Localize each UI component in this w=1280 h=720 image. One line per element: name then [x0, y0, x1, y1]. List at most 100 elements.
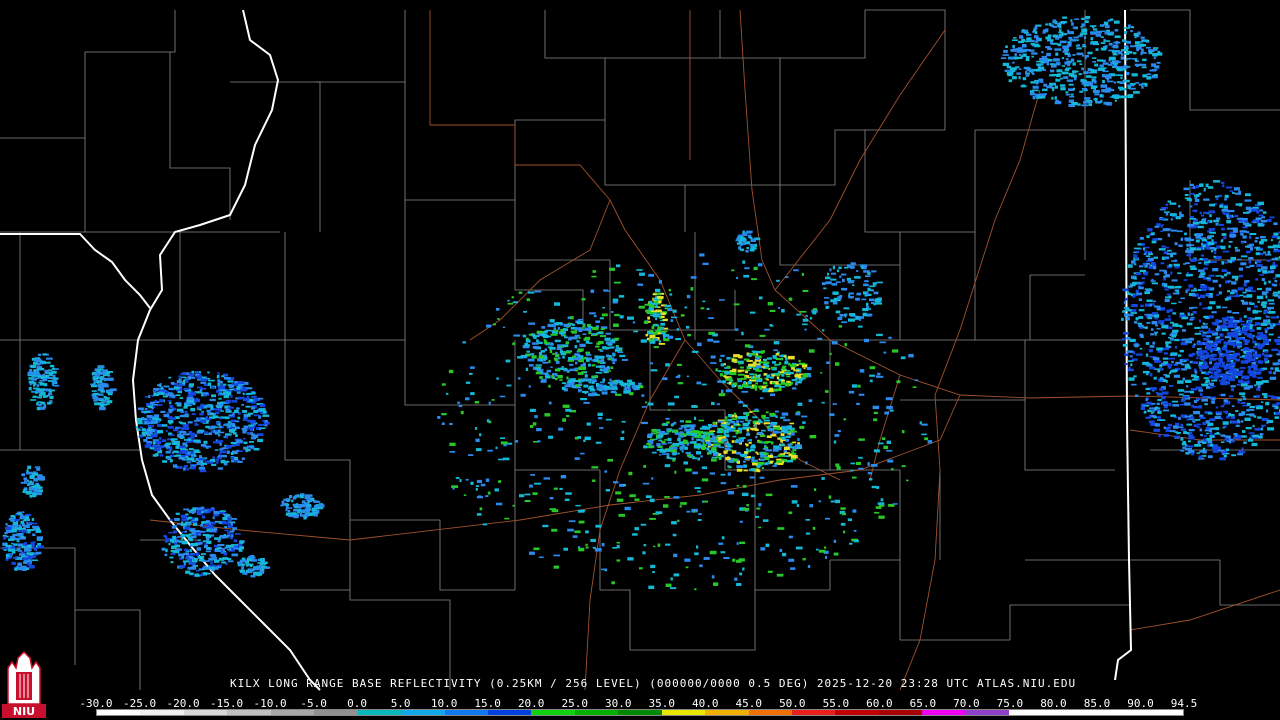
echo-pixel [1227, 310, 1232, 313]
echo-pixel [702, 431, 706, 435]
echo-pixel [1244, 417, 1251, 421]
echo-pixel [204, 566, 210, 570]
echo-pixel [1146, 392, 1151, 395]
echo-pixel [1240, 299, 1245, 302]
echo-pixel [793, 369, 800, 372]
echo-pixel [743, 237, 746, 241]
echo-pixel [191, 370, 195, 374]
echo-pixel [1267, 270, 1274, 274]
echo-pixel [1183, 279, 1188, 281]
echo-pixel [648, 304, 652, 307]
echo-pixel [595, 356, 597, 360]
echo-pixel [1050, 41, 1053, 45]
echo-pixel [175, 548, 182, 551]
echo-pixel [157, 420, 160, 423]
echo-pixel [533, 347, 539, 349]
echo-pixel [1060, 33, 1067, 36]
echo-pixel [251, 391, 256, 395]
echo-pixel [1254, 384, 1257, 387]
echo-pixel [1092, 57, 1097, 59]
echo-pixel [752, 420, 758, 423]
echo-pixel [226, 409, 230, 412]
echo-pixel [213, 522, 216, 525]
echo-pixel [187, 421, 193, 424]
echo-pixel [525, 339, 531, 343]
echo-pixel [587, 388, 595, 390]
echo-pixel [748, 442, 752, 444]
echo-pixel [1119, 87, 1122, 91]
echo-pixel [1030, 42, 1035, 46]
echo-pixel [1231, 454, 1237, 457]
echo-pixel [22, 490, 26, 493]
echo-pixel [1202, 307, 1208, 310]
echo-pixel [1247, 380, 1250, 384]
echo-pixel [1207, 396, 1211, 399]
echo-pixel [261, 561, 268, 564]
echo-pixel [1273, 222, 1278, 225]
echo-pixel [796, 446, 802, 449]
echo-pixel [237, 381, 245, 385]
echo-pixel [595, 371, 603, 374]
echo-pixel [828, 495, 832, 499]
echo-pixel [750, 246, 754, 250]
echo-pixel [835, 310, 841, 314]
echo-pixel [764, 358, 767, 362]
echo-pixel [1132, 52, 1137, 55]
echo-pixel [1076, 47, 1082, 50]
echo-pixel [237, 564, 243, 566]
echo-pixel [1131, 260, 1136, 264]
echo-pixel [1054, 96, 1057, 100]
echo-pixel [293, 514, 299, 519]
echo-pixel [784, 361, 788, 365]
echo-pixel [1220, 365, 1224, 368]
echo-pixel [1264, 354, 1269, 358]
echo-pixel [1263, 358, 1268, 362]
echo-pixel [726, 445, 733, 448]
echo-pixel [712, 422, 717, 425]
echo-pixel [781, 379, 785, 382]
echo-pixel [1094, 93, 1100, 96]
echo-pixel [94, 402, 101, 406]
echo-pixel [37, 545, 44, 549]
echo-pixel [725, 378, 733, 381]
echo-pixel [37, 362, 44, 365]
echo-pixel [719, 434, 723, 437]
echo-pixel [32, 525, 39, 529]
echo-pixel [205, 416, 208, 420]
echo-pixel [1146, 372, 1149, 376]
echo-pixel [1228, 241, 1233, 243]
echo-pixel [249, 428, 253, 432]
echo-pixel [1184, 232, 1187, 236]
echo-pixel [1181, 442, 1187, 446]
echo-pixel [1085, 15, 1091, 19]
echo-pixel [773, 445, 780, 449]
echo-pixel [1236, 217, 1244, 220]
echo-pixel [1135, 317, 1139, 321]
echo-pixel [1263, 281, 1267, 285]
echo-pixel [1158, 434, 1161, 438]
echo-pixel [1198, 319, 1201, 323]
echo-pixel [650, 314, 654, 317]
echo-pixel [707, 443, 712, 447]
echo-pixel [1212, 449, 1219, 453]
echo-pixel [1221, 325, 1226, 329]
echo-pixel [1242, 397, 1247, 401]
echo-pixel [180, 421, 183, 425]
echo-pixel [217, 372, 220, 375]
echo-pixel [1234, 329, 1239, 333]
echo-pixel [1130, 312, 1137, 314]
echo-pixel [677, 452, 680, 455]
echo-pixel [702, 444, 707, 446]
echo-pixel [656, 443, 661, 447]
echo-pixel [1182, 377, 1185, 381]
echo-pixel [178, 378, 182, 381]
echo-pixel [1231, 275, 1239, 279]
echo-pixel [550, 366, 553, 368]
echo-pixel [203, 440, 208, 444]
echo-pixel [1143, 247, 1146, 251]
echo-pixel [1057, 73, 1062, 76]
echo-pixel [1163, 270, 1167, 274]
echo-pixel [206, 537, 210, 541]
echo-pixel [566, 376, 569, 380]
echo-pixel [237, 543, 243, 547]
